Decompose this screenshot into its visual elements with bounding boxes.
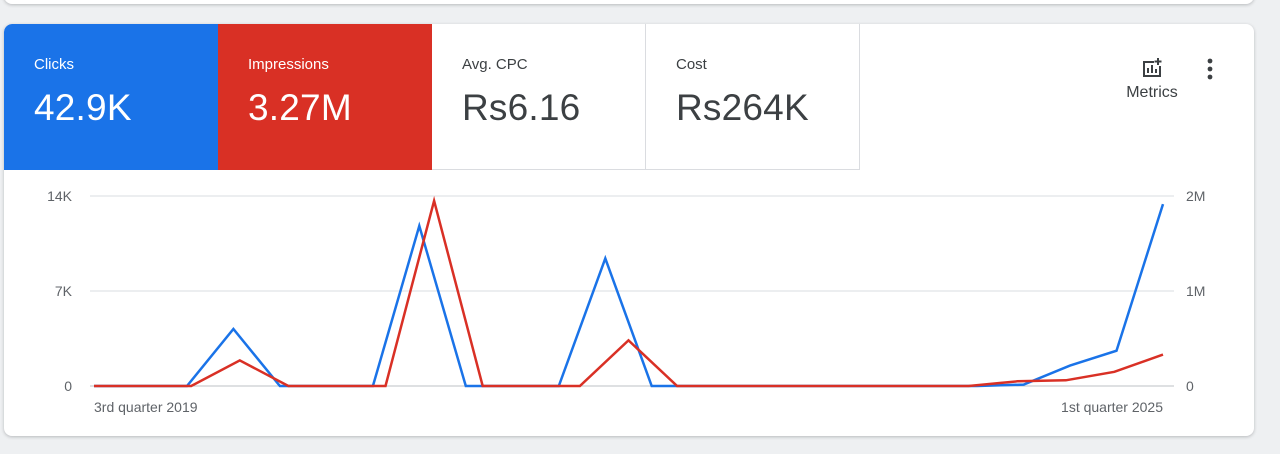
x-tick-end: 1st quarter 2025 (1061, 399, 1163, 415)
performance-card: Clicks 42.9K Impressions 3.27M Avg. CPC … (4, 24, 1254, 436)
y-left-tick-bottom: 0 (64, 378, 72, 394)
y-right-tick-middle: 1M (1186, 283, 1205, 299)
performance-chart: 14K 7K 0 2M 1M 0 3rd quarter 2019 1st qu… (47, 188, 1205, 415)
y-left-tick-top: 14K (47, 188, 73, 204)
previous-card (4, 0, 1254, 4)
impressions-series-line (94, 195, 1164, 388)
y-right-tick-bottom: 0 (1186, 378, 1194, 394)
x-tick-start: 3rd quarter 2019 (94, 399, 198, 415)
clicks-series-line (94, 203, 1165, 388)
y-right-tick-top: 2M (1186, 188, 1205, 204)
y-left-tick-middle: 7K (55, 283, 73, 299)
